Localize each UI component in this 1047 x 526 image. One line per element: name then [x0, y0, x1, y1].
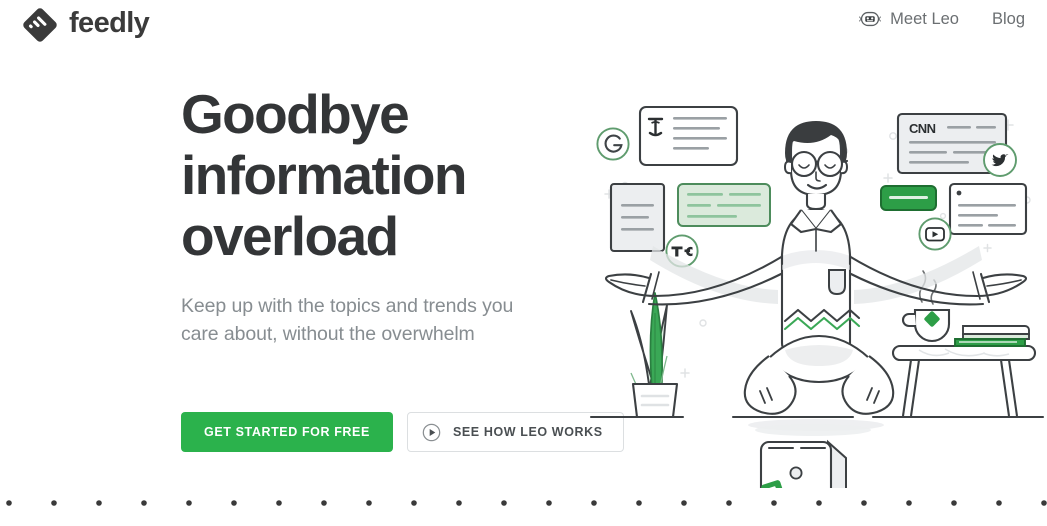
nav-item-meet-leo[interactable]: Meet Leo [859, 10, 959, 28]
google-news-badge [596, 127, 630, 161]
green-pill-card [880, 185, 937, 211]
divider-dot [366, 500, 372, 506]
divider-dot [141, 500, 147, 506]
brand-logo-link[interactable]: feedly [20, 5, 150, 45]
nyt-article-card [638, 105, 739, 167]
see-how-leo-works-button-label: SEE HOW LEO WORKS [452, 425, 603, 439]
svg-text:CNN: CNN [909, 121, 936, 136]
divider-dot [186, 500, 192, 506]
green-article-card [677, 183, 771, 227]
divider-dot [51, 500, 57, 506]
divider-dot [321, 500, 327, 506]
divider-dot [726, 500, 732, 506]
book-stack [954, 325, 1030, 347]
gray-article-card [609, 182, 666, 253]
twitter-badge [983, 143, 1017, 177]
divider-dot [1041, 500, 1047, 506]
snake-plant [630, 292, 679, 419]
cta-button-row: GET STARTED FOR FREE SEE HOW LEO WORKS [181, 412, 624, 452]
side-table [891, 344, 1037, 417]
divider-dot [906, 500, 912, 506]
divider-dot [546, 500, 552, 506]
get-started-button[interactable]: GET STARTED FOR FREE [181, 412, 393, 452]
divider-dot [501, 500, 507, 506]
hero-illustration: .ln { fill:none; stroke:#3c4043; stroke-… [585, 88, 1047, 488]
divider-dot [861, 500, 867, 506]
divider-dot [276, 500, 282, 506]
primary-navigation: Meet Leo Blog [859, 10, 1025, 28]
divider-dot [636, 500, 642, 506]
youtube-badge [918, 217, 952, 251]
brand-wordmark: feedly [69, 7, 150, 39]
nav-item-blog[interactable]: Blog [992, 11, 1025, 28]
divider-dot [6, 500, 12, 506]
hero-subtitle: Keep up with the topics and trends you c… [181, 295, 514, 345]
divider-dot [591, 500, 597, 506]
divider-dot [456, 500, 462, 506]
site-header: feedly Meet Leo Blog [0, 0, 1047, 50]
robot-face-icon [859, 10, 882, 28]
divider-dot [816, 500, 822, 506]
divider-dot [96, 500, 102, 506]
divider-dot [996, 500, 1002, 506]
divider-dot [771, 500, 777, 506]
divider-dot [951, 500, 957, 506]
closed-laptop [755, 424, 871, 488]
feedly-diamond-logo-icon [20, 5, 60, 45]
nav-item-meet-leo-label: Meet Leo [890, 9, 959, 28]
divider-dot [231, 500, 237, 506]
get-started-button-label: GET STARTED FOR FREE [204, 425, 370, 439]
bottom-dot-divider [0, 494, 1047, 521]
divider-dot [681, 500, 687, 506]
play-circle-icon [422, 423, 441, 442]
page-title: Goodbye information overload [181, 83, 467, 267]
divider-dot [411, 500, 417, 506]
hero-section: Goodbye information overload Keep up wit… [181, 84, 581, 348]
white-article-card [948, 182, 1028, 236]
nav-item-blog-label: Blog [991, 9, 1025, 28]
crossed-legs [743, 334, 895, 415]
